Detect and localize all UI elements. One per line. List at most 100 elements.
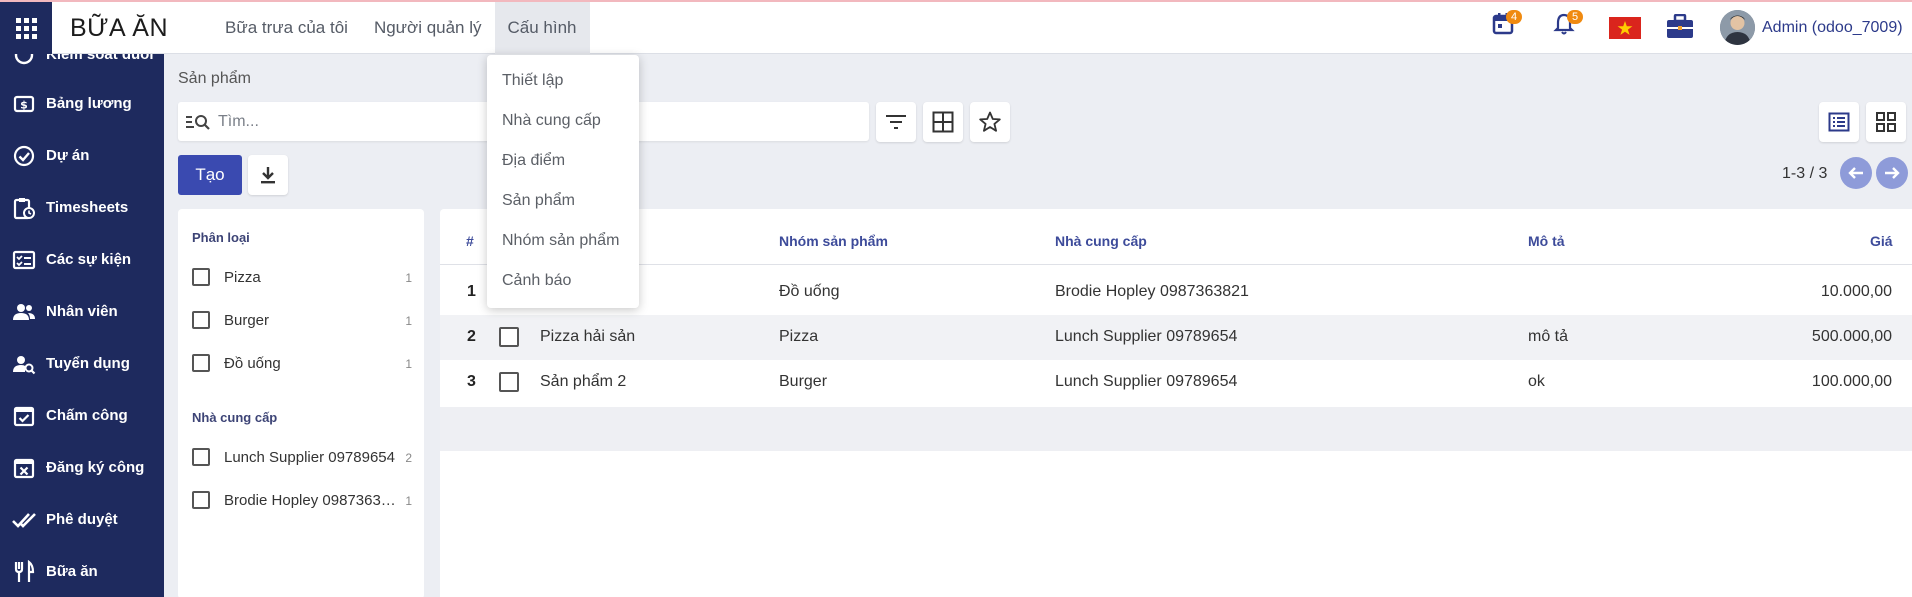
search-filter-icon [186, 115, 210, 130]
dropdown-item-product-categories[interactable]: Nhóm sản phẩm [502, 232, 619, 250]
top-navbar: BỮA ĂN Bữa trưa của tôi Người quản lý Cấ… [0, 0, 1912, 54]
activity-button[interactable]: 4 [1492, 10, 1522, 41]
pager-next-button[interactable] [1876, 157, 1908, 189]
sidebar-item-label: Phê duyệt [46, 510, 118, 528]
dropdown-item-products[interactable]: Sản phẩm [502, 192, 575, 210]
language-flag-vietnam[interactable] [1609, 17, 1641, 44]
table-row[interactable]: 1 Đồ uống Brodie Hopley 0987363821 10.00… [440, 270, 1912, 315]
vietnam-flag-icon [1609, 17, 1641, 39]
svg-text:$: $ [20, 99, 28, 112]
table-row[interactable]: 2 Pizza hải sản Pizza Lunch Supplier 097… [440, 315, 1912, 360]
table-footer-row [440, 407, 1912, 451]
pager-value: 1-3 / 3 [1782, 165, 1828, 182]
filter-count: 1 [405, 494, 412, 508]
top-menu: Bữa trưa của tôi Người quản lý Cấu hình [212, 2, 590, 54]
checkbox[interactable] [192, 268, 210, 286]
sidebar-item-employees[interactable]: Nhân viên [0, 291, 164, 331]
sidebar-item-label: Các sự kiện [46, 250, 132, 268]
list-view-button[interactable] [1819, 102, 1859, 142]
fork-knife-icon [14, 560, 35, 582]
filter-category-pizza[interactable]: Pizza 1 [192, 266, 412, 290]
list-view-icon [1828, 112, 1850, 132]
cell-price: 500.000,00 [1811, 328, 1892, 345]
checkbox[interactable] [192, 354, 210, 372]
notification-button[interactable]: 5 [1553, 10, 1583, 41]
menu-configuration[interactable]: Cấu hình [494, 2, 590, 54]
sidebar: Kiểm soát đuôi $ Bảng lương Dự án Timesh… [0, 54, 164, 597]
menu-my-lunch[interactable]: Bữa trưa của tôi [212, 2, 361, 54]
sidebar-item-lunch[interactable]: Bữa ăn [0, 551, 164, 591]
user-avatar[interactable] [1720, 10, 1755, 45]
payroll-icon: $ [13, 95, 35, 113]
avatar-photo-icon [1720, 10, 1755, 45]
favorites-button[interactable] [970, 102, 1010, 142]
kanban-view-button[interactable] [1866, 102, 1906, 142]
sidebar-item-label: Bữa ăn [46, 562, 98, 580]
checkbox[interactable] [192, 448, 210, 466]
checkbox[interactable] [192, 311, 210, 329]
column-header-price[interactable]: Giá [1870, 233, 1893, 249]
sidebar-item-label: Dự án [46, 146, 90, 164]
sidebar-item-label: Chấm công [46, 406, 128, 424]
grid-icon [15, 17, 37, 39]
cell-product-group: Burger [779, 373, 828, 390]
app-title: BỮA ĂN [70, 14, 168, 42]
sidebar-item-events[interactable]: Các sự kiện [0, 239, 164, 279]
row-number: 1 [467, 283, 476, 300]
export-button[interactable] [248, 155, 288, 195]
row-checkbox[interactable] [499, 372, 519, 392]
user-menu-name[interactable]: Admin (odoo_7009) [1762, 19, 1903, 37]
sidebar-item-timesheets[interactable]: Timesheets [0, 187, 164, 227]
filter-label: Burger [224, 312, 270, 329]
filter-count: 2 [405, 451, 412, 465]
apps-menu-button[interactable] [0, 2, 52, 54]
arrow-right-icon [1885, 167, 1900, 179]
sidebar-item-access-control[interactable]: Kiểm soát đuôi [0, 54, 164, 74]
filter-category-burger[interactable]: Burger 1 [192, 309, 412, 333]
dropdown-item-vendors[interactable]: Nhà cung cấp [502, 112, 601, 130]
filter-button[interactable] [876, 102, 916, 142]
column-header-supplier[interactable]: Nhà cung cấp [1055, 233, 1147, 249]
column-header-number: # [466, 233, 474, 249]
cell-price: 100.000,00 [1811, 373, 1892, 390]
filter-label: Pizza [224, 269, 261, 286]
checkbox[interactable] [192, 491, 210, 509]
column-header-description[interactable]: Mô tả [1528, 233, 1565, 249]
filter-supplier-lunch[interactable]: Lunch Supplier 09789654 2 [192, 446, 412, 470]
cell-supplier: Brodie Hopley 0987363821 [1055, 283, 1249, 300]
table-row[interactable]: 3 Sản phẩm 2 Burger Lunch Supplier 09789… [440, 360, 1912, 405]
table-grid-icon [932, 111, 954, 133]
header-divider [440, 264, 1912, 265]
sidebar-item-payroll[interactable]: $ Bảng lương [0, 83, 164, 123]
sidebar-item-label: Đăng ký công [46, 458, 145, 476]
recruitment-icon [13, 356, 36, 375]
event-list-icon [12, 250, 36, 270]
filter-count: 1 [405, 314, 412, 328]
filter-category-drinks[interactable]: Đồ uống 1 [192, 352, 412, 376]
create-button[interactable]: Tạo [178, 155, 242, 195]
cell-supplier: Lunch Supplier 09789654 [1055, 328, 1238, 345]
row-checkbox[interactable] [499, 327, 519, 347]
sidebar-item-project[interactable]: Dự án [0, 135, 164, 175]
sidebar-item-label: Bảng lương [46, 94, 132, 112]
sidebar-item-attendance[interactable]: Chấm công [0, 395, 164, 435]
activity-count-badge: 4 [1506, 10, 1522, 24]
column-header-product-group[interactable]: Nhóm sản phẩm [779, 233, 888, 249]
sidebar-item-recruitment[interactable]: Tuyển dụng [0, 343, 164, 383]
dropdown-item-settings[interactable]: Thiết lập [502, 72, 563, 90]
company-switcher[interactable] [1665, 13, 1695, 45]
arrow-left-icon [1848, 167, 1863, 179]
cell-description: mô tả [1528, 328, 1569, 345]
dropdown-item-locations[interactable]: Địa điểm [502, 152, 565, 170]
sidebar-item-registration[interactable]: Đăng ký công [0, 447, 164, 487]
sidebar-item-label: Tuyển dụng [46, 354, 130, 372]
row-number: 3 [467, 373, 476, 390]
sidebar-item-approval[interactable]: Phê duyệt [0, 499, 164, 539]
dropdown-item-alerts[interactable]: Cảnh báo [502, 272, 571, 290]
menu-manager[interactable]: Người quản lý [361, 2, 495, 54]
filter-supplier-brodie[interactable]: Brodie Hopley 0987363821 1 [192, 489, 412, 513]
pager-previous-button[interactable] [1840, 157, 1872, 189]
filter-count: 1 [405, 357, 412, 371]
group-by-button[interactable] [923, 102, 963, 142]
configuration-dropdown-menu: Thiết lập Nhà cung cấp Địa điểm Sản phẩm… [487, 55, 639, 308]
